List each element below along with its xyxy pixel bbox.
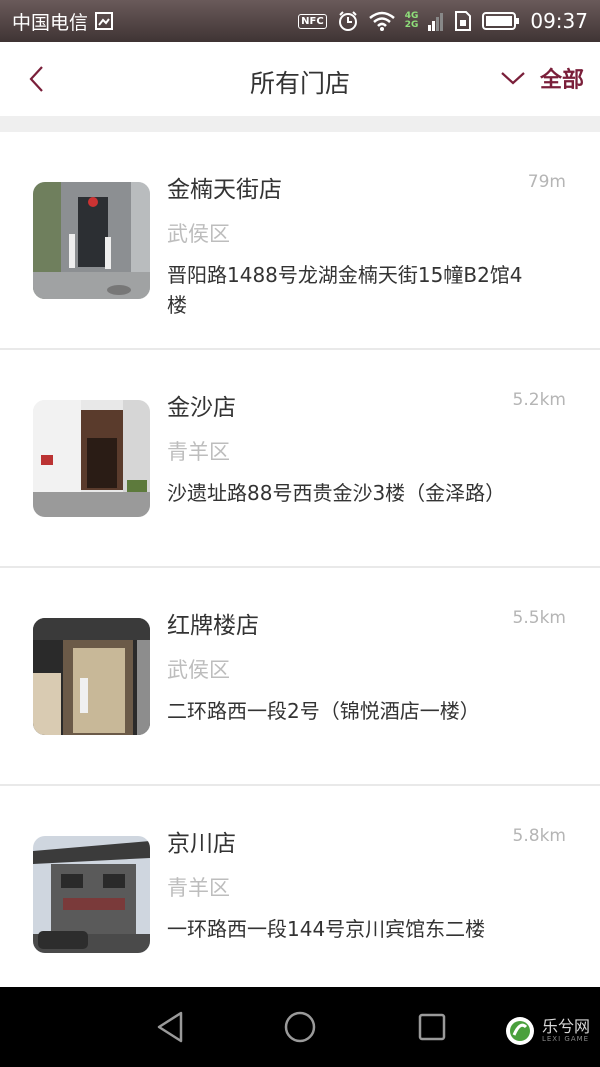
store-list: 金楠天街店 79m 武侯区 晋阳路1488号龙湖金楠天街15幢B2馆4楼 金沙店… <box>0 132 600 1004</box>
store-address: 晋阳路1488号龙湖金楠天街15幢B2馆4楼 <box>167 263 523 317</box>
filter-dropdown[interactable]: 全部 <box>500 62 584 94</box>
store-distance: 79m <box>527 172 566 192</box>
store-card[interactable]: 金楠天街店 79m 武侯区 晋阳路1488号龙湖金楠天街15幢B2馆4楼 <box>0 132 600 350</box>
store-card[interactable]: 金沙店 5.2km 青羊区 沙遗址路88号西贵金沙3楼（金泽路） <box>0 350 600 568</box>
chevron-left-icon <box>29 66 43 92</box>
store-distance: 5.2km <box>512 390 566 410</box>
sim-icon <box>454 11 472 31</box>
store-photo <box>33 836 150 953</box>
status-bar: 中国电信 NFC 4G 2G 09:37 <box>0 0 600 42</box>
store-name: 金楠天街店 <box>167 177 282 203</box>
store-photo <box>33 400 150 517</box>
store-district: 武侯区 <box>167 658 230 682</box>
clock: 09:37 <box>530 9 588 33</box>
nfc-icon: NFC <box>298 13 327 29</box>
store-distance: 5.5km <box>512 608 566 628</box>
store-photo <box>33 182 150 299</box>
app-header: 所有门店 全部 <box>0 42 600 116</box>
network-type: 4G 2G <box>405 12 419 30</box>
network-2g-label: 2G <box>404 20 419 30</box>
filter-label: 全部 <box>539 68 584 93</box>
circle-home-icon <box>284 1011 316 1043</box>
nav-recents-button[interactable] <box>412 1007 452 1047</box>
alarm-icon <box>337 10 359 32</box>
store-address: 沙遗址路88号西贵金沙3楼（金泽路） <box>167 481 506 505</box>
screenshot-icon <box>94 11 114 31</box>
watermark-subtext: LEXI GAME <box>541 1035 590 1043</box>
store-address: 二环路西一段2号（锦悦酒店一楼） <box>167 699 480 723</box>
nav-home-button[interactable] <box>280 1007 320 1047</box>
divider <box>0 116 600 132</box>
store-district: 青羊区 <box>167 440 230 464</box>
store-card[interactable]: 红牌楼店 5.5km 武侯区 二环路西一段2号（锦悦酒店一楼） <box>0 568 600 786</box>
wifi-icon <box>368 11 395 31</box>
store-address: 一环路西一段144号京川宾馆东二楼 <box>167 917 486 941</box>
chevron-down-icon <box>501 72 525 85</box>
store-district: 青羊区 <box>167 876 230 900</box>
back-button[interactable] <box>28 64 58 94</box>
watermark-logo-icon <box>505 1017 534 1045</box>
store-photo <box>33 618 150 735</box>
store-district: 武侯区 <box>167 222 230 246</box>
store-name: 京川店 <box>167 831 236 857</box>
store-card[interactable]: 京川店 5.8km 青羊区 一环路西一段144号京川宾馆东二楼 <box>0 786 600 1004</box>
triangle-back-icon <box>157 1011 183 1043</box>
watermark: 乐兮网 LEXI GAME <box>504 1015 590 1047</box>
store-name: 金沙店 <box>167 395 236 421</box>
watermark-text: 乐兮网 <box>541 1017 590 1036</box>
carrier-name: 中国电信 <box>12 11 89 34</box>
square-recents-icon <box>418 1013 446 1041</box>
store-distance: 5.8km <box>512 826 566 846</box>
battery-icon <box>482 12 520 30</box>
store-name: 红牌楼店 <box>167 613 259 639</box>
signal-icon <box>428 11 444 31</box>
nav-back-button[interactable] <box>150 1007 190 1047</box>
